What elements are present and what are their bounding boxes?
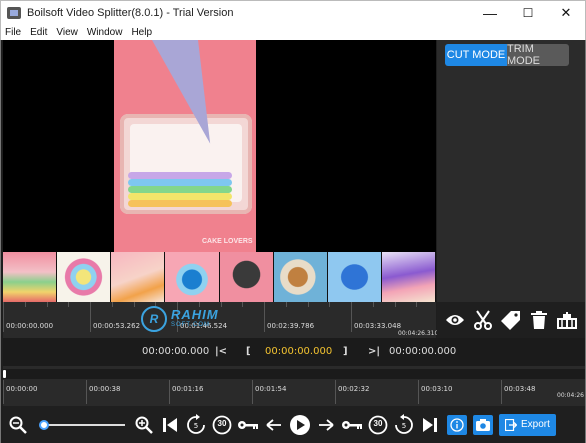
current-time: 00:00:00.000 xyxy=(142,346,210,357)
timeline-label: 00:04:26 xyxy=(557,392,584,399)
watermark-text: RAHIM xyxy=(171,307,219,322)
timeline-label: 00:03:10 xyxy=(421,385,453,393)
ruler-label: 00:00:00.000 xyxy=(6,322,54,330)
mode-switch: CUT MODE TRIM MODE xyxy=(445,44,569,66)
segment-tools xyxy=(437,302,585,338)
video-watermark: CAKE LOVERS xyxy=(202,238,253,245)
thumbnail-ruler[interactable]: 00:00:00.000 00:00:53.262 00:01:46.524 0… xyxy=(3,302,439,338)
app-icon xyxy=(7,6,21,19)
thumbnail xyxy=(273,252,328,302)
close-button[interactable]: ✕ xyxy=(547,1,585,25)
timeline[interactable]: 00:00:00 00:00:38 00:01:16 00:01:54 00:0… xyxy=(3,366,585,406)
forward-seconds-label: 30 xyxy=(373,418,383,428)
forward-5-icon[interactable]: 5 xyxy=(391,412,417,438)
menu-edit[interactable]: Edit xyxy=(30,27,47,38)
zoom-slider-knob[interactable] xyxy=(39,419,49,430)
arrow-right-icon[interactable] xyxy=(313,412,339,438)
ruler-label: 00:04:26.310 xyxy=(398,330,439,337)
next-frame-icon[interactable]: >| xyxy=(368,346,380,357)
menu-bar: File Edit View Window Help xyxy=(0,24,586,40)
thumbnail xyxy=(57,252,112,302)
forward-30-icon[interactable]: 30 xyxy=(365,412,391,438)
watermark-subtext: SOFT.COM xyxy=(171,322,210,328)
menu-file[interactable]: File xyxy=(5,27,21,38)
menu-view[interactable]: View xyxy=(56,27,78,38)
tag-icon[interactable] xyxy=(500,309,522,331)
info-button[interactable] xyxy=(447,414,467,435)
thumbnail xyxy=(219,252,274,302)
play-icon[interactable] xyxy=(287,412,313,438)
thumbnail xyxy=(3,252,58,302)
timeline-label: 00:00:00 xyxy=(6,385,38,393)
video-frame: CAKE LOVERS xyxy=(114,40,256,252)
timeline-label: 00:02:32 xyxy=(338,385,370,393)
trash-icon[interactable] xyxy=(528,309,550,331)
timeline-label: 00:03:48 xyxy=(504,385,536,393)
mode-panel: CUT MODE TRIM MODE xyxy=(437,40,585,302)
key-icon[interactable] xyxy=(235,412,261,438)
thumbnail xyxy=(327,252,382,302)
thumbnail-strip[interactable] xyxy=(3,252,436,302)
maximize-button[interactable]: ☐ xyxy=(509,1,547,25)
zoom-slider[interactable] xyxy=(35,415,127,435)
skip-to-end-icon[interactable] xyxy=(417,412,443,438)
mark-in-button[interactable]: [ xyxy=(246,346,251,357)
ruler-label: 00:00:53.262 xyxy=(93,322,141,330)
selection-time: 00:00:00.000 xyxy=(265,346,333,357)
cut-mode-button[interactable]: CUT MODE xyxy=(445,44,507,66)
svg-text:5: 5 xyxy=(194,422,198,430)
ruler-label: 00:02:39.786 xyxy=(267,322,315,330)
thumbnail xyxy=(165,252,220,302)
rewind-5-icon[interactable]: 5 xyxy=(183,412,209,438)
rewind-30-icon[interactable]: 30 xyxy=(209,412,235,438)
timeline-track[interactable] xyxy=(3,369,585,379)
ruler-label: 00:03:33.048 xyxy=(354,322,402,330)
export-label: Export xyxy=(521,419,550,430)
export-icon xyxy=(505,418,517,431)
end-time: 00:00:00.000 xyxy=(389,346,457,357)
title-bar: Boilsoft Video Splitter(8.0.1) - Trial V… xyxy=(0,0,586,24)
rewind-seconds-label: 30 xyxy=(217,418,227,428)
key-icon-right[interactable] xyxy=(339,412,365,438)
watermark-logo: R RAHIM SOFT.COM xyxy=(141,306,251,334)
scissors-icon[interactable] xyxy=(472,309,494,331)
thumbnail xyxy=(111,252,166,302)
timeline-label: 00:00:38 xyxy=(89,385,121,393)
main-area: CAKE LOVERS CUT MODE TRIM MODE 00:00:00.… xyxy=(0,40,586,443)
export-button[interactable]: Export xyxy=(499,413,556,436)
snapshot-button[interactable] xyxy=(473,414,493,435)
thumbnail xyxy=(381,252,436,302)
menu-window[interactable]: Window xyxy=(87,27,123,38)
zoom-in-icon[interactable] xyxy=(131,412,157,438)
timeline-label: 00:01:54 xyxy=(255,385,287,393)
split-icon[interactable] xyxy=(556,309,578,331)
eye-icon[interactable] xyxy=(444,309,466,331)
time-display-row: 00:00:00.000 |< [ 00:00:00.000 ] >| 00:0… xyxy=(3,338,585,366)
zoom-out-icon[interactable] xyxy=(5,412,31,438)
timeline-label: 00:01:16 xyxy=(172,385,204,393)
skip-to-start-icon[interactable] xyxy=(157,412,183,438)
prev-frame-icon[interactable]: |< xyxy=(215,346,227,357)
svg-text:5: 5 xyxy=(402,422,406,430)
minimize-button[interactable]: — xyxy=(471,1,509,25)
mark-out-button[interactable]: ] xyxy=(343,346,348,357)
menu-help[interactable]: Help xyxy=(131,27,152,38)
watermark-mark: R xyxy=(141,306,167,332)
playback-controls: 5 30 30 5 Export xyxy=(3,406,585,443)
playhead-marker[interactable] xyxy=(3,370,6,378)
arrow-left-icon[interactable] xyxy=(261,412,287,438)
window-title: Boilsoft Video Splitter(8.0.1) - Trial V… xyxy=(27,6,234,19)
video-preview[interactable]: CAKE LOVERS xyxy=(3,40,436,252)
trim-mode-button[interactable]: TRIM MODE xyxy=(507,44,569,66)
